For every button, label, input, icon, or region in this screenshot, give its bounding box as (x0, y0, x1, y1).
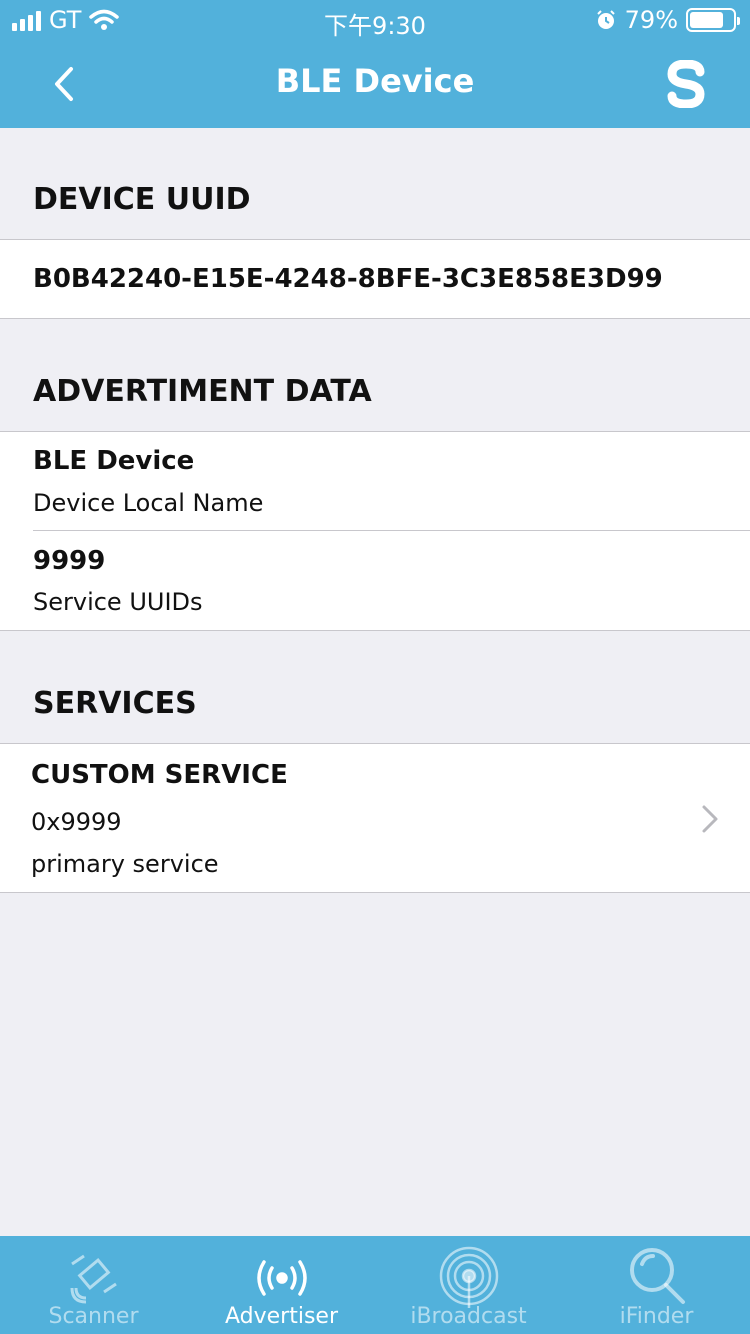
tab-ibroadcast[interactable]: iBroadcast (375, 1236, 562, 1334)
service-type: primary service (31, 850, 219, 878)
service-name: CUSTOM SERVICE (31, 760, 288, 790)
services-group: CUSTOM SERVICE 0x9999 primary service (0, 743, 750, 893)
tab-bar: Scanner Advertiser iBroadcast iFinder (0, 1236, 750, 1334)
adv-item-label: Service UUIDs (33, 588, 203, 616)
section-header-advertisement-data: ADVERTIMENT DATA (33, 374, 372, 409)
satellite-icon (70, 1254, 117, 1304)
tab-ifinder[interactable]: iFinder (563, 1236, 750, 1334)
list-item: 9999 Service UUIDs (0, 531, 750, 630)
chevron-right-icon (702, 805, 718, 833)
tab-label: iBroadcast (410, 1304, 527, 1329)
adv-item-value: 9999 (33, 546, 106, 576)
page-title: BLE Device (275, 62, 475, 100)
section-header-services: SERVICES (33, 686, 197, 721)
tab-label: iFinder (619, 1304, 694, 1329)
adv-item-label: Device Local Name (33, 489, 264, 517)
magnifier-icon (629, 1248, 685, 1304)
ibeacon-icon (439, 1246, 498, 1308)
section-header-device-uuid: DEVICE UUID (33, 182, 251, 217)
tab-advertiser[interactable]: Advertiser (188, 1236, 375, 1334)
device-uuid-group: B0B42240-E15E-4248-8BFE-3C3E858E3D99 (0, 239, 750, 319)
service-uuid: 0x9999 (31, 808, 122, 836)
battery-percent: 79% (624, 6, 678, 34)
share-button[interactable] (658, 56, 714, 112)
adv-item-value: BLE Device (33, 446, 195, 476)
battery-icon (686, 8, 740, 32)
broadcast-icon (256, 1260, 307, 1296)
service-row[interactable]: CUSTOM SERVICE 0x9999 primary service (0, 744, 750, 892)
s-logo-icon (667, 60, 705, 108)
list-item: BLE Device Device Local Name (0, 432, 750, 531)
advertisement-data-group: BLE Device Device Local Name 9999 Servic… (0, 431, 750, 631)
tab-label: Advertiser (224, 1304, 338, 1329)
device-uuid-value: B0B42240-E15E-4248-8BFE-3C3E858E3D99 (33, 264, 663, 294)
status-bar: GT 下午9:30 79% (0, 0, 750, 40)
alarm-icon (596, 10, 615, 29)
status-right: 79% (595, 6, 740, 34)
tab-label: Scanner (48, 1304, 139, 1329)
tab-scanner[interactable]: Scanner (0, 1236, 187, 1334)
navigation-bar: GT 下午9:30 79% BLE Device (0, 0, 750, 128)
